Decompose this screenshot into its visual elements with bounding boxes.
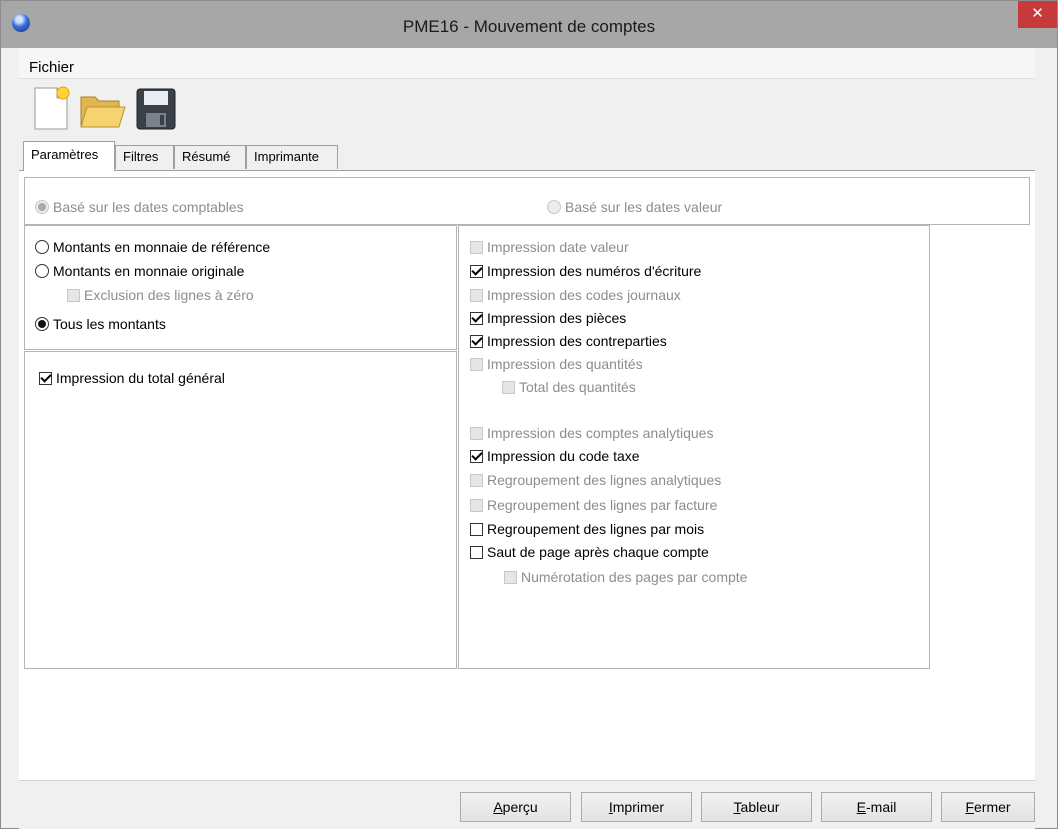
print-quantities-label: Impression des quantités [487, 356, 643, 372]
spreadsheet-button[interactable]: Tableur [701, 792, 812, 822]
group-analytic-lines-option[interactable]: Regroupement des lignes analytiques [470, 472, 721, 488]
close-button-label: Fermer [965, 799, 1011, 815]
print-analytic-accounts-label: Impression des comptes analytiques [487, 425, 714, 441]
accounting-dates-option[interactable]: Basé sur les dates comptables [35, 199, 244, 215]
title-bar[interactable]: PME16 - Mouvement de comptes ✕ [1, 1, 1057, 48]
tab-strip: Paramètres Filtres Résumé Imprimante [19, 137, 1035, 171]
exclude-zero-lines-label: Exclusion des lignes à zéro [84, 287, 254, 303]
print-journal-codes-checkbox[interactable] [470, 288, 483, 302]
print-button-label: Imprimer [608, 799, 665, 815]
group-lines-by-invoice-option[interactable]: Regroupement des lignes par facture [470, 497, 717, 513]
print-documents-option[interactable]: Impression des pièces [470, 310, 626, 326]
print-tax-code-label: Impression du code taxe [487, 448, 640, 464]
print-value-date-option[interactable]: Impression date valeur [470, 239, 629, 255]
all-amounts-label: Tous les montants [53, 316, 166, 332]
print-documents-label: Impression des pièces [487, 310, 627, 326]
reference-currency-label: Montants en monnaie de référence [53, 239, 271, 255]
group-lines-by-month-option[interactable]: Regroupement des lignes par mois [470, 521, 704, 537]
quantity-totals-label: Total des quantités [519, 379, 636, 395]
reference-currency-radio[interactable] [35, 240, 49, 254]
all-amounts-option[interactable]: Tous les montants [35, 316, 166, 332]
group-lines-by-invoice-checkbox[interactable] [470, 498, 483, 512]
grand-total-label: Impression du total général [56, 370, 225, 386]
print-tax-code-option[interactable]: Impression du code taxe [470, 448, 640, 464]
page-numbering-per-account-label: Numérotation des pages par compte [521, 569, 748, 585]
accounting-dates-label: Basé sur les dates comptables [53, 199, 244, 215]
exclude-zero-lines-checkbox[interactable] [67, 288, 80, 302]
print-counterparts-checkbox[interactable] [470, 334, 483, 348]
email-button[interactable]: E-mail [821, 792, 932, 822]
page-numbering-per-account-option[interactable]: Numérotation des pages par compte [504, 569, 747, 585]
group-lines-by-month-label: Regroupement des lignes par mois [487, 521, 705, 537]
value-dates-option[interactable]: Basé sur les dates valeur [547, 199, 722, 215]
group-lines-by-invoice-label: Regroupement des lignes par facture [487, 497, 718, 513]
group-lines-by-month-checkbox[interactable] [470, 522, 483, 536]
email-button-label: E-mail [856, 799, 897, 815]
print-entry-numbers-label: Impression des numéros d'écriture [487, 263, 702, 279]
print-entry-numbers-option[interactable]: Impression des numéros d'écriture [470, 263, 701, 279]
print-value-date-label: Impression date valeur [487, 239, 629, 255]
menu-bar: Fichier [19, 48, 1035, 79]
print-button[interactable]: Imprimer [581, 792, 692, 822]
tab-filtres[interactable]: Filtres [115, 145, 174, 169]
value-dates-label: Basé sur les dates valeur [565, 199, 723, 215]
print-value-date-checkbox[interactable] [470, 240, 483, 254]
print-quantities-option[interactable]: Impression des quantités [470, 356, 643, 372]
action-bar: Aperçu Imprimer Tableur E-mail Fermer [19, 780, 1035, 829]
date-basis-group: Basé sur les dates comptables Basé sur l… [24, 177, 1030, 225]
accounting-dates-radio[interactable] [35, 200, 49, 214]
amounts-group: Montants en monnaie de référence Montant… [24, 225, 457, 350]
print-documents-checkbox[interactable] [470, 311, 483, 325]
print-tax-code-checkbox[interactable] [470, 449, 483, 463]
print-quantities-checkbox[interactable] [470, 357, 483, 371]
print-analytic-accounts-checkbox[interactable] [470, 426, 483, 440]
tab-parametres[interactable]: Paramètres [23, 141, 115, 171]
print-journal-codes-option[interactable]: Impression des codes journaux [470, 287, 681, 303]
toolbar [19, 79, 1035, 137]
original-currency-radio[interactable] [35, 264, 49, 278]
original-currency-option[interactable]: Montants en monnaie originale [35, 263, 244, 279]
totals-group: Impression du total général [24, 351, 457, 669]
new-document-icon[interactable] [29, 83, 75, 133]
grand-total-option[interactable]: Impression du total général [39, 370, 225, 386]
window-title: PME16 - Mouvement de comptes [402, 17, 656, 36]
print-entry-numbers-checkbox[interactable] [470, 264, 483, 278]
group-analytic-lines-label: Regroupement des lignes analytiques [487, 472, 722, 488]
main-window: PME16 - Mouvement de comptes ✕ Fichier P… [0, 0, 1058, 829]
close-window-button[interactable]: ✕ [1018, 1, 1057, 28]
page-break-per-account-checkbox[interactable] [470, 545, 483, 559]
reference-currency-option[interactable]: Montants en monnaie de référence [35, 239, 270, 255]
print-journal-codes-label: Impression des codes journaux [487, 287, 681, 303]
tab-page-parametres: Basé sur les dates comptables Basé sur l… [19, 170, 1035, 781]
tab-resume[interactable]: Résumé [174, 145, 246, 169]
page-break-per-account-option[interactable]: Saut de page après chaque compte [470, 544, 709, 560]
tab-imprimante[interactable]: Imprimante [246, 145, 338, 169]
group-analytic-lines-checkbox[interactable] [470, 473, 483, 487]
value-dates-radio[interactable] [547, 200, 561, 214]
print-analytic-accounts-option[interactable]: Impression des comptes analytiques [470, 425, 713, 441]
exclude-zero-lines-option[interactable]: Exclusion des lignes à zéro [67, 287, 254, 303]
open-folder-icon[interactable] [77, 83, 126, 133]
print-counterparts-label: Impression des contreparties [487, 333, 667, 349]
page-numbering-per-account-checkbox[interactable] [504, 570, 517, 584]
print-options-group: Impression date valeur Impression des nu… [458, 225, 930, 669]
all-amounts-radio[interactable] [35, 317, 49, 331]
grand-total-checkbox[interactable] [39, 371, 52, 385]
spreadsheet-button-label: Tableur [733, 799, 780, 815]
save-icon[interactable] [131, 83, 177, 133]
original-currency-label: Montants en monnaie originale [53, 263, 245, 279]
print-counterparts-option[interactable]: Impression des contreparties [470, 333, 667, 349]
menu-file[interactable]: Fichier [29, 59, 74, 76]
page-break-per-account-label: Saut de page après chaque compte [487, 544, 709, 560]
quantity-totals-option[interactable]: Total des quantités [502, 379, 636, 395]
close-button[interactable]: Fermer [941, 792, 1035, 822]
preview-button-label: Aperçu [493, 799, 538, 815]
quantity-totals-checkbox[interactable] [502, 380, 515, 394]
preview-button[interactable]: Aperçu [460, 792, 571, 822]
